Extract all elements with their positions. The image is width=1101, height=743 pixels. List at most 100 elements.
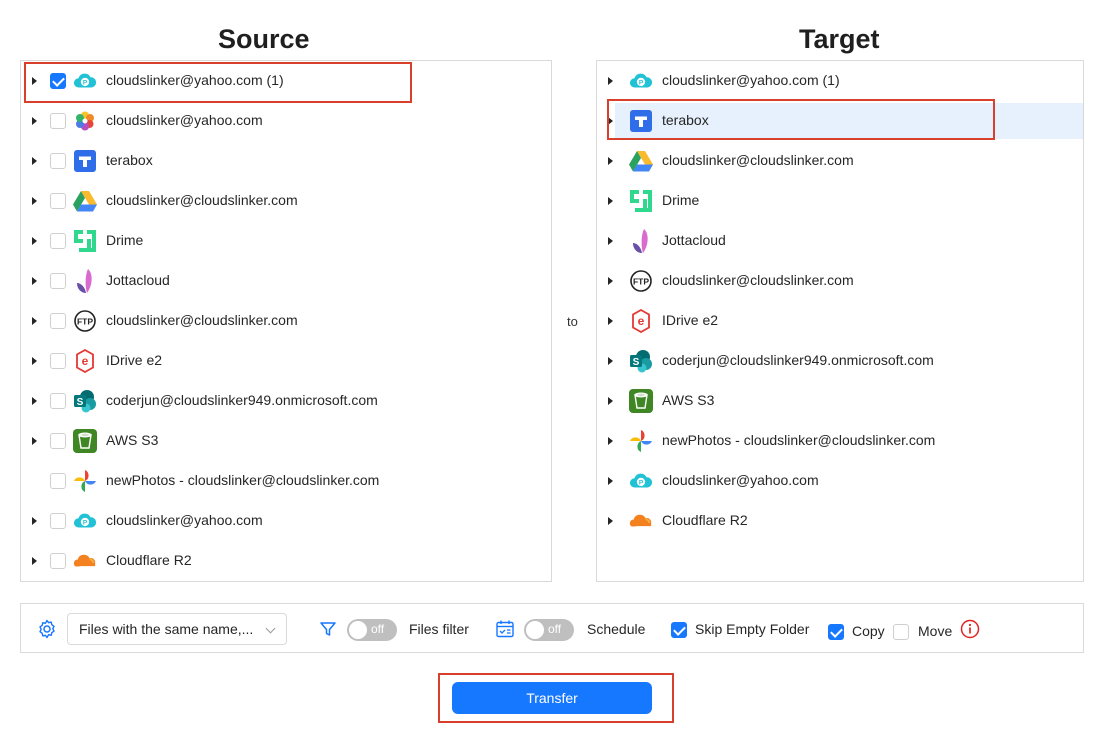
settings-gear-icon[interactable] (37, 604, 57, 654)
target-tree-row[interactable]: terabox (608, 103, 1083, 139)
caret-right-icon[interactable] (608, 77, 613, 85)
source-tree-row[interactable]: newPhotos - cloudslinker@cloudslinker.co… (21, 463, 551, 499)
caret-right-icon[interactable] (32, 197, 37, 205)
move-label: Move (918, 623, 953, 639)
target-tree-row[interactable]: Drime (597, 183, 1083, 219)
chevron-down-icon (265, 623, 276, 634)
pcloud-icon: P (629, 69, 653, 93)
caret-right-icon[interactable] (32, 117, 37, 125)
source-item-label: Cloudflare R2 (106, 552, 192, 568)
source-item-checkbox[interactable] (50, 153, 66, 169)
svg-text:P: P (639, 80, 644, 87)
source-item-checkbox[interactable] (50, 353, 66, 369)
source-tree-row[interactable]: terabox (21, 143, 551, 179)
source-tree-row[interactable]: Cloudflare R2 (21, 543, 551, 579)
files-filter-toggle[interactable]: off (347, 619, 397, 641)
source-item-checkbox[interactable] (50, 113, 66, 129)
jottacloud-icon (629, 229, 653, 253)
source-item-checkbox[interactable] (50, 193, 66, 209)
caret-right-icon[interactable] (32, 517, 37, 525)
caret-right-icon[interactable] (32, 237, 37, 245)
caret-right-icon[interactable] (32, 157, 37, 165)
source-tree: Pcloudslinker@yahoo.com (1) cloudslinker@… (20, 60, 552, 582)
target-tree-row[interactable]: cloudslinker@cloudslinker.com (597, 143, 1083, 179)
idrive-e2-icon: e (73, 349, 97, 373)
source-item-checkbox[interactable] (50, 73, 66, 89)
source-tree-row[interactable]: AWS S3 (21, 423, 551, 459)
source-item-label: AWS S3 (106, 432, 159, 448)
toggle-knob (526, 621, 544, 639)
svg-text:P: P (83, 80, 88, 87)
source-tree-row[interactable]: cloudslinker@cloudslinker.com (21, 183, 551, 219)
target-tree-row[interactable]: Pcloudslinker@yahoo.com (597, 463, 1083, 499)
source-item-checkbox[interactable] (50, 433, 66, 449)
source-tree-row[interactable]: e IDrive e2 (21, 343, 551, 379)
target-tree-row[interactable]: FTP cloudslinker@cloudslinker.com (597, 263, 1083, 299)
source-item-label: cloudslinker@yahoo.com (106, 112, 263, 128)
transfer-button[interactable]: Transfer (452, 682, 652, 714)
source-tree-row[interactable]: Pcloudslinker@yahoo.com (21, 503, 551, 539)
caret-right-icon[interactable] (32, 317, 37, 325)
move-checkbox[interactable] (893, 624, 909, 640)
source-item-checkbox[interactable] (50, 233, 66, 249)
caret-right-icon[interactable] (608, 437, 613, 445)
caret-right-icon[interactable] (32, 437, 37, 445)
pcloud-icon: P (73, 509, 97, 533)
copy-label: Copy (852, 623, 885, 639)
pcloud-icon: P (73, 69, 97, 93)
source-tree-row[interactable]: Drime (21, 223, 551, 259)
target-tree-row[interactable]: Jottacloud (597, 223, 1083, 259)
source-item-checkbox[interactable] (50, 473, 66, 489)
source-item-checkbox[interactable] (50, 553, 66, 569)
source-tree-row[interactable]: Jottacloud (21, 263, 551, 299)
skip-empty-folder-checkbox[interactable] (671, 622, 687, 638)
caret-right-icon[interactable] (608, 397, 613, 405)
caret-right-icon[interactable] (608, 197, 613, 205)
source-item-checkbox[interactable] (50, 393, 66, 409)
schedule-toggle[interactable]: off (524, 619, 574, 641)
pcloud-icon: P (629, 469, 653, 493)
target-tree-row[interactable]: e IDrive e2 (597, 303, 1083, 339)
caret-right-icon[interactable] (608, 117, 613, 125)
google-photos-icon (629, 429, 653, 453)
source-item-checkbox[interactable] (50, 313, 66, 329)
target-tree-row[interactable]: AWS S3 (597, 383, 1083, 419)
target-item-label: cloudslinker@cloudslinker.com (662, 272, 854, 288)
copy-checkbox[interactable] (828, 624, 844, 640)
aws-s3-icon (73, 429, 97, 453)
source-item-checkbox[interactable] (50, 273, 66, 289)
caret-right-icon[interactable] (608, 477, 613, 485)
source-tree-row[interactable]: cloudslinker@yahoo.com (21, 103, 551, 139)
caret-right-icon[interactable] (32, 397, 37, 405)
caret-right-icon[interactable] (608, 237, 613, 245)
source-item-label: cloudslinker@yahoo.com (1) (106, 72, 284, 88)
source-item-label: cloudslinker@cloudslinker.com (106, 312, 298, 328)
aws-s3-icon (629, 389, 653, 413)
source-tree-row[interactable]: Scoderjun@cloudslinker949.onmicrosoft.co… (21, 383, 551, 419)
calendar-icon (495, 604, 515, 654)
caret-right-icon[interactable] (608, 277, 613, 285)
caret-right-icon[interactable] (608, 517, 613, 525)
target-tree-row[interactable]: Scoderjun@cloudslinker949.onmicrosoft.co… (597, 343, 1083, 379)
caret-right-icon[interactable] (32, 557, 37, 565)
caret-right-icon[interactable] (32, 77, 37, 85)
terabox-icon (73, 149, 97, 173)
conflict-policy-select[interactable]: Files with the same name,... (67, 613, 287, 645)
ftp-icon: FTP (629, 269, 653, 293)
caret-right-icon[interactable] (608, 357, 613, 365)
to-label: to (567, 314, 578, 329)
google-drive-icon (73, 189, 97, 213)
caret-right-icon[interactable] (608, 157, 613, 165)
caret-right-icon[interactable] (608, 317, 613, 325)
target-tree-row[interactable]: Pcloudslinker@yahoo.com (1) (597, 63, 1083, 99)
target-item-label: Drime (662, 192, 700, 208)
source-tree-row[interactable]: Pcloudslinker@yahoo.com (1) (21, 63, 551, 99)
caret-right-icon[interactable] (32, 277, 37, 285)
target-tree-row[interactable]: newPhotos - cloudslinker@cloudslinker.co… (597, 423, 1083, 459)
target-tree-row[interactable]: Cloudflare R2 (597, 503, 1083, 539)
info-icon[interactable] (960, 604, 980, 654)
sharepoint-icon: S (73, 389, 97, 413)
source-tree-row[interactable]: FTP cloudslinker@cloudslinker.com (21, 303, 551, 339)
caret-right-icon[interactable] (32, 357, 37, 365)
source-item-checkbox[interactable] (50, 513, 66, 529)
